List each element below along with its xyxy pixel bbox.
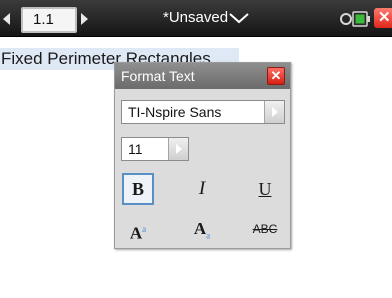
- bold-button[interactable]: B: [122, 173, 154, 205]
- superscript-mark: a: [142, 224, 147, 234]
- top-toolbar: 1.1 *Unsaved ✕: [0, 0, 392, 37]
- page-tab[interactable]: 1.1: [21, 7, 77, 33]
- battery-icon: [340, 11, 370, 27]
- dialog-close-button[interactable]: ✕: [267, 67, 285, 85]
- close-document-button[interactable]: ✕: [374, 8, 392, 28]
- dialog-titlebar[interactable]: Format Text ✕: [115, 63, 290, 89]
- font-family-dropdown[interactable]: TI-Nspire Sans: [121, 100, 285, 124]
- superscript-base: A: [129, 223, 143, 243]
- font-size-dropdown[interactable]: 11: [121, 137, 189, 161]
- underline-button[interactable]: U: [249, 173, 281, 205]
- font-family-value: TI-Nspire Sans: [128, 104, 222, 120]
- italic-button[interactable]: I: [186, 173, 218, 205]
- format-text-dialog: Format Text ✕ TI-Nspire Sans 11 B I U Aa…: [114, 62, 291, 249]
- strikethrough-button[interactable]: ABC: [246, 213, 284, 245]
- subscript-mark: a: [206, 230, 211, 241]
- subscript-button[interactable]: Aa: [186, 213, 218, 245]
- next-page-arrow-icon[interactable]: [81, 13, 88, 25]
- dialog-title: Format Text: [121, 68, 195, 84]
- dropdown-arrow-icon[interactable]: [168, 138, 188, 160]
- superscript-button[interactable]: Aa: [122, 213, 154, 245]
- font-size-value: 11: [128, 141, 143, 157]
- document-title[interactable]: *Unsaved: [163, 9, 228, 27]
- subscript-base: A: [193, 219, 207, 238]
- chevron-down-icon[interactable]: [228, 11, 250, 25]
- previous-page-arrow-icon[interactable]: [3, 13, 10, 25]
- dropdown-arrow-icon[interactable]: [264, 101, 284, 123]
